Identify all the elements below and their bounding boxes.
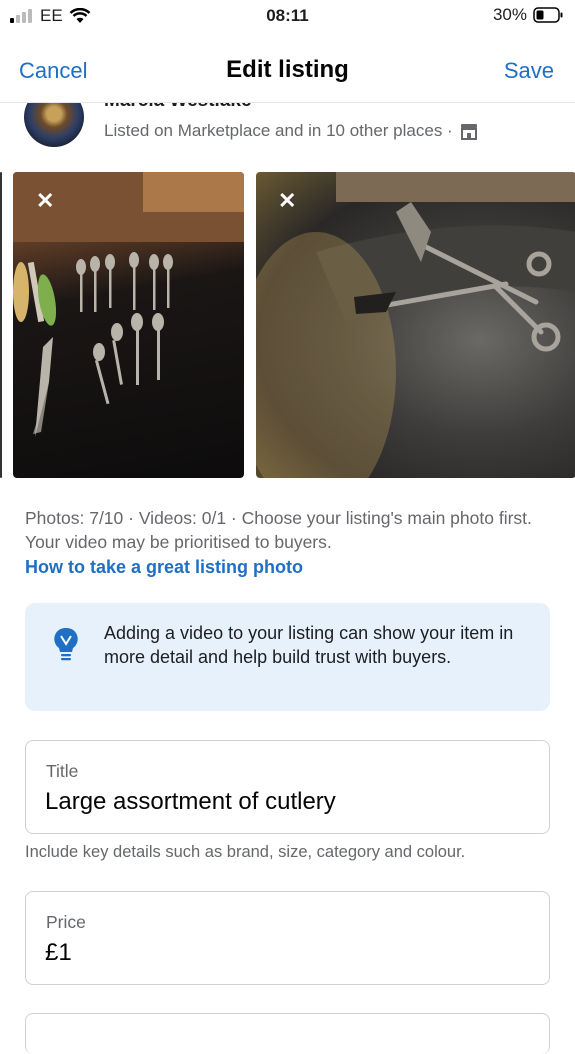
photo-thumbnail[interactable]: ✕ <box>13 172 244 478</box>
price-field[interactable]: Price £1 <box>25 891 550 985</box>
title-field[interactable]: Title Large assortment of cutlery <box>25 740 550 834</box>
video-tip-banner: Adding a video to your listing can show … <box>25 603 550 711</box>
title-helper-text: Include key details such as brand, size,… <box>25 843 466 861</box>
listing-locations-text: Listed on Marketplace and in 10 other pl… <box>104 121 453 140</box>
tongs-photo <box>256 172 575 478</box>
photo-thumbnail[interactable]: ✕ <box>256 172 575 478</box>
video-tip-text: Adding a video to your listing can show … <box>104 623 514 667</box>
lightbulb-icon <box>54 627 78 661</box>
photo-carousel[interactable]: ✕ ✕ <box>0 172 575 479</box>
avatar[interactable] <box>24 103 84 147</box>
photo-count-info: Photos: 7/10 · Videos: 0/1 · Choose your… <box>25 508 532 552</box>
status-bar: EE 08:11 30% <box>0 0 575 34</box>
save-button[interactable]: Save <box>504 58 554 84</box>
title-input[interactable]: Large assortment of cutlery <box>45 788 336 816</box>
status-time: 08:11 <box>266 6 309 25</box>
nav-bar: Cancel Edit listing Save <box>0 42 575 103</box>
seller-row: Marcia Westlake Listed on Marketplace an… <box>0 103 575 163</box>
seller-name: Marcia Westlake <box>104 103 252 112</box>
page-title: Edit listing <box>226 56 349 83</box>
price-input[interactable]: £1 <box>45 939 72 967</box>
battery: 30% <box>493 5 563 25</box>
price-label: Price <box>46 912 86 932</box>
shop-icon <box>460 124 477 140</box>
cutlery-photo <box>13 172 244 437</box>
photo-thumbnail-prev[interactable] <box>0 172 2 478</box>
battery-icon <box>533 7 563 23</box>
remove-photo-button[interactable]: ✕ <box>278 190 296 212</box>
next-field[interactable] <box>25 1013 550 1054</box>
remove-photo-button[interactable]: ✕ <box>36 190 54 212</box>
listing-locations[interactable]: Listed on Marketplace and in 10 other pl… <box>104 121 479 141</box>
battery-percent: 30% <box>492 5 527 24</box>
photo-tips-link[interactable]: How to take a great listing photo <box>25 557 303 578</box>
title-label: Title <box>46 761 79 781</box>
